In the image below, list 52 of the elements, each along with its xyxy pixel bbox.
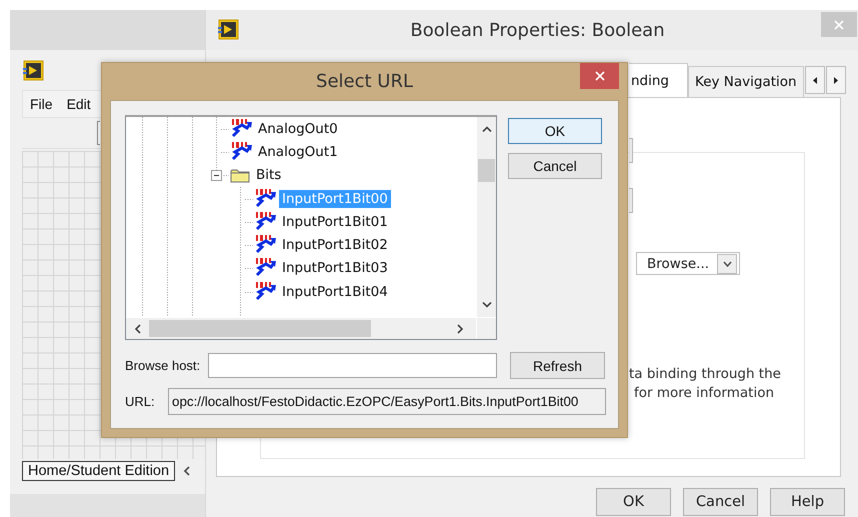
tree-item[interactable]: Bits (253, 166, 284, 184)
caret-left-icon (812, 76, 817, 84)
scroll-right-button[interactable] (826, 66, 846, 94)
text-field[interactable] (629, 188, 633, 213)
dialog-button[interactable]: OK (596, 488, 671, 516)
dialog-title: Select URL (316, 71, 413, 92)
tree-item[interactable]: AnalogOut1 (255, 142, 341, 161)
scrollbar-corner (477, 318, 496, 339)
tree-item[interactable]: InputPort1Bit04 (279, 282, 391, 301)
text-field[interactable] (629, 138, 633, 163)
help-text: ta binding through the for more information (629, 365, 781, 403)
menu-item[interactable]: File (30, 96, 53, 112)
vertical-scrollbar[interactable] (477, 117, 496, 317)
app-icon (218, 19, 239, 40)
field-label: URL: (125, 394, 156, 409)
tree-item[interactable]: InputPort1Bit03 (279, 259, 391, 278)
scroll-left-button[interactable] (804, 66, 825, 94)
window-title: Boolean Properties: Boolean (410, 20, 665, 40)
chevron-left-icon (183, 466, 190, 476)
horizontal-scrollbar[interactable] (126, 318, 476, 339)
chevron-down-icon (482, 302, 492, 308)
tree-item[interactable]: AnalogOut0 (255, 120, 341, 138)
menu-item[interactable]: Edit (66, 96, 91, 112)
status-label: Home/Student Edition (22, 461, 176, 481)
chevron-right-icon (457, 324, 463, 334)
tree-item[interactable]: InputPort1Bit02 (279, 236, 391, 254)
url-field[interactable]: opc://localhost/FestoDidactic.EzOPC/EasyPort1.Bits.InputPort1Bit00 (168, 388, 606, 415)
dialog-button[interactable]: Help (770, 488, 845, 516)
chevron-up-icon (482, 126, 492, 132)
tree-item[interactable]: InputPort1Bit01 (279, 212, 391, 231)
toolbar-button[interactable] (97, 121, 100, 145)
input-field[interactable] (208, 353, 497, 378)
chevron-left-icon (135, 324, 141, 334)
tab[interactable]: Key Navigation (688, 66, 804, 97)
tree-view[interactable]: AnalogOut0 AnalogOut1 Bits InputPort1Bit00 InputPort1Bit01 InputPort1Bit02 InputPort1Bit03 InputPort1Bit04 (125, 115, 497, 340)
folder-icon (230, 168, 250, 183)
dialog-button[interactable]: OK (508, 118, 602, 144)
field-label: Browse host: (125, 358, 202, 373)
close-icon (594, 71, 604, 81)
browse-dropdown[interactable]: Browse... (636, 252, 740, 275)
close-button[interactable] (580, 63, 619, 89)
close-icon (834, 20, 844, 30)
chevron-down-icon (722, 260, 732, 266)
dialog-button[interactable]: Cancel (508, 153, 602, 179)
tab[interactable]: nding (629, 63, 688, 97)
caret-right-icon (834, 76, 838, 84)
refresh-button[interactable]: Refresh (510, 352, 605, 379)
scroll-thumb[interactable] (478, 159, 495, 182)
collapse-button[interactable] (211, 170, 222, 181)
scroll-thumb[interactable] (149, 320, 371, 337)
app-icon (23, 60, 44, 80)
dialog-button[interactable]: Cancel (683, 488, 758, 516)
